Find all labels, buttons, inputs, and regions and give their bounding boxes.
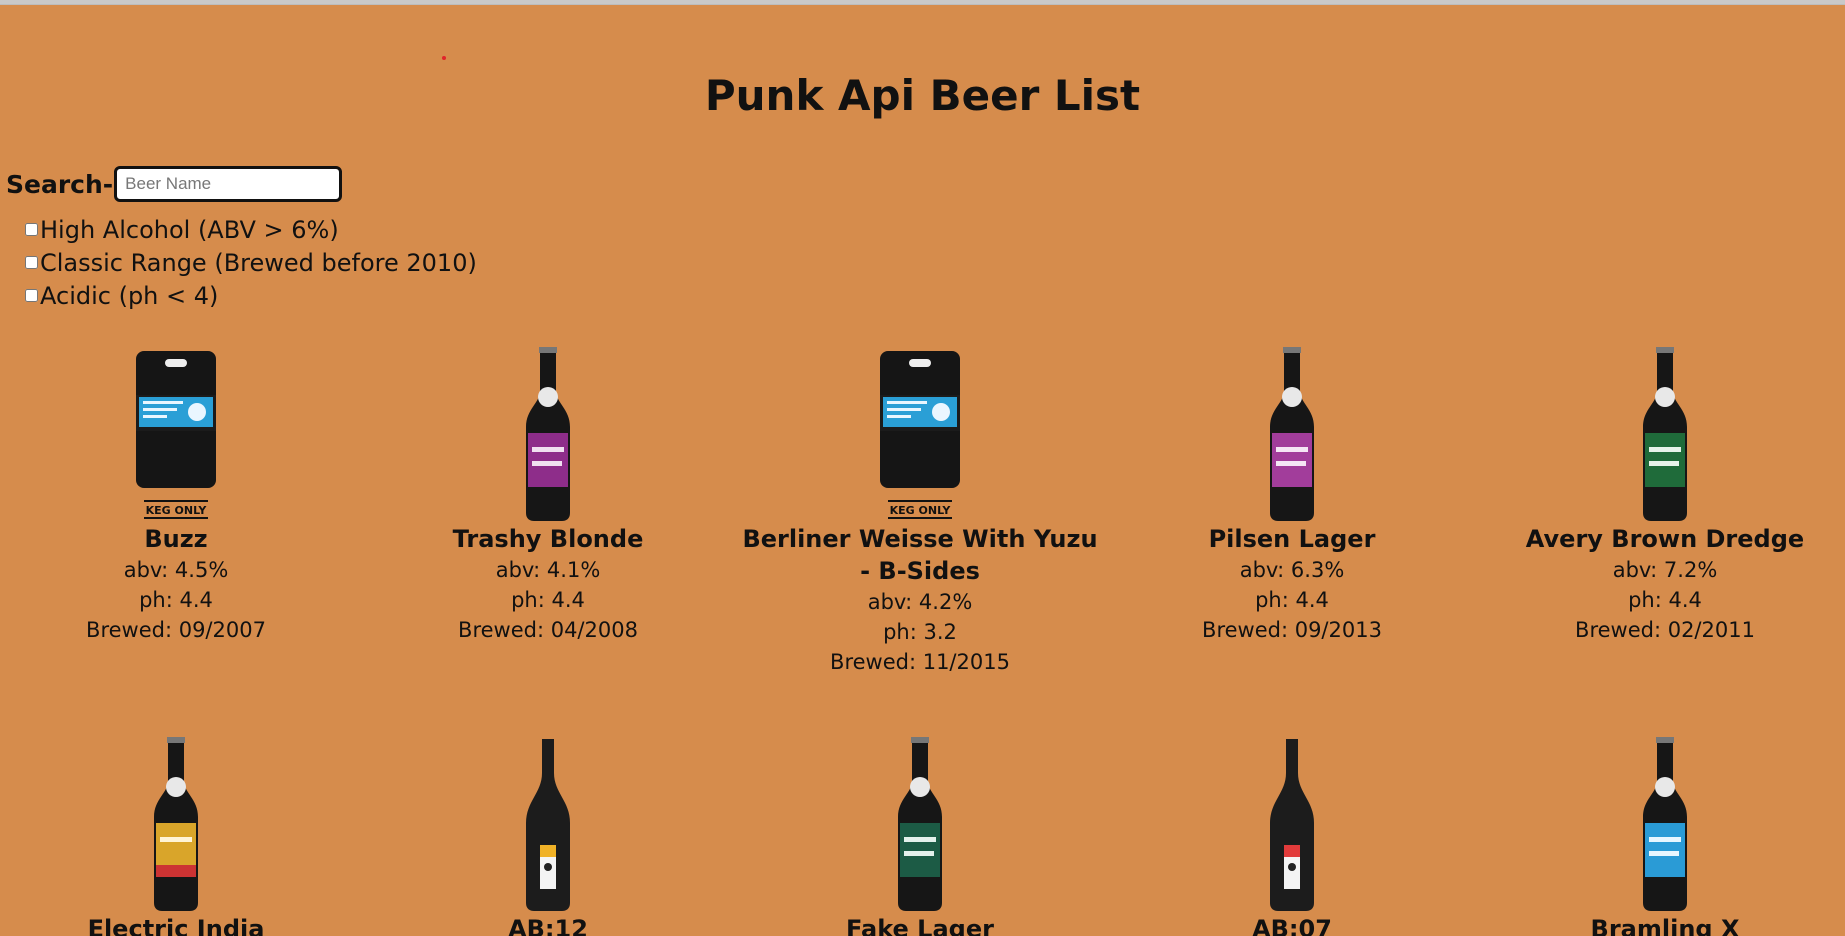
beer-ph: ph: 3.2 bbox=[883, 620, 957, 644]
bottle-icon bbox=[154, 737, 198, 911]
beer-ph: ph: 4.4 bbox=[139, 588, 213, 612]
filter-high-alcohol[interactable]: High Alcohol (ABV > 6%) bbox=[25, 213, 477, 246]
champagne-bottle-icon bbox=[1270, 739, 1314, 911]
beer-ph: ph: 4.4 bbox=[1255, 588, 1329, 612]
beer-image bbox=[1106, 345, 1478, 523]
bottle-icon bbox=[526, 347, 570, 521]
beer-card: AB:12 bbox=[362, 735, 734, 936]
beer-abv: abv: 4.2% bbox=[867, 590, 973, 614]
beer-brewed: Brewed: 04/2008 bbox=[458, 618, 638, 642]
beer-abv: abv: 4.5% bbox=[123, 558, 229, 582]
filter-classic-range[interactable]: Classic Range (Brewed before 2010) bbox=[25, 246, 477, 279]
beer-name: Bramling X bbox=[1590, 915, 1740, 936]
beer-card: KEG ONLY Berliner Weisse With Yuzu - B-S… bbox=[734, 345, 1106, 677]
beer-image: KEG ONLY bbox=[0, 345, 362, 523]
beer-card: AB:07 bbox=[1106, 735, 1478, 936]
champagne-bottle-icon bbox=[526, 739, 570, 911]
beer-abv: abv: 6.3% bbox=[1239, 558, 1345, 582]
beer-name: AB:12 bbox=[508, 915, 588, 936]
beer-image bbox=[0, 735, 362, 913]
beer-card: KEG ONLY Buzz abv: 4.5% ph: 4.4 Brewed: … bbox=[0, 345, 362, 645]
keg-only-label: KEG ONLY bbox=[890, 504, 952, 517]
page-title: Punk Api Beer List bbox=[704, 71, 1141, 120]
beer-name: Pilsen Lager bbox=[1208, 525, 1376, 553]
bottle-icon bbox=[1643, 347, 1687, 521]
beer-name: AB:07 bbox=[1252, 915, 1332, 936]
beer-image bbox=[362, 735, 734, 913]
high-alcohol-checkbox[interactable] bbox=[25, 223, 38, 236]
beer-image bbox=[362, 345, 734, 523]
beer-card: Pilsen Lager abv: 6.3% ph: 4.4 Brewed: 0… bbox=[1106, 345, 1478, 645]
acidic-checkbox[interactable] bbox=[25, 289, 38, 302]
beer-ph: ph: 4.4 bbox=[511, 588, 585, 612]
filter-list: High Alcohol (ABV > 6%) Classic Range (B… bbox=[25, 213, 477, 312]
beer-card: Electric India bbox=[0, 735, 362, 936]
beer-image bbox=[1479, 345, 1845, 523]
filter-label: Classic Range (Brewed before 2010) bbox=[40, 248, 477, 277]
beer-ph: ph: 4.4 bbox=[1628, 588, 1702, 612]
keg-only-label: KEG ONLY bbox=[146, 504, 208, 517]
beer-image: KEG ONLY bbox=[734, 345, 1106, 523]
beer-name: Avery Brown Dredge bbox=[1525, 525, 1805, 553]
beer-name: Berliner Weisse With Yuzu - B-Sides bbox=[742, 525, 1098, 585]
classic-range-checkbox[interactable] bbox=[25, 256, 38, 269]
beer-card: Bramling X bbox=[1479, 735, 1845, 936]
bottle-icon bbox=[1270, 347, 1314, 521]
bottle-icon bbox=[1643, 737, 1687, 911]
beer-brewed: Brewed: 09/2007 bbox=[86, 618, 266, 642]
beer-abv: abv: 7.2% bbox=[1612, 558, 1718, 582]
beer-name: Buzz bbox=[144, 525, 208, 553]
beer-image bbox=[1479, 735, 1845, 913]
filter-acidic[interactable]: Acidic (ph < 4) bbox=[25, 279, 477, 312]
bottle-icon bbox=[898, 737, 942, 911]
beer-card: Avery Brown Dredge abv: 7.2% ph: 4.4 Bre… bbox=[1479, 345, 1845, 645]
beer-brewed: Brewed: 11/2015 bbox=[830, 650, 1010, 674]
beer-abv: abv: 4.1% bbox=[495, 558, 601, 582]
filter-label: High Alcohol (ABV > 6%) bbox=[40, 215, 339, 244]
beer-card: Fake Lager bbox=[734, 735, 1106, 936]
search-input[interactable] bbox=[114, 166, 343, 202]
search-label: Search- bbox=[6, 169, 114, 199]
beer-brewed: Brewed: 09/2013 bbox=[1202, 618, 1382, 642]
beer-name: Trashy Blonde bbox=[452, 525, 644, 553]
keg-icon: KEG ONLY bbox=[880, 351, 960, 519]
beer-brewed: Brewed: 02/2011 bbox=[1575, 618, 1755, 642]
beer-card: Trashy Blonde abv: 4.1% ph: 4.4 Brewed: … bbox=[362, 345, 734, 645]
search-bar: Search- bbox=[6, 166, 343, 202]
beer-name: Fake Lager bbox=[846, 915, 994, 936]
beer-image bbox=[734, 735, 1106, 913]
beer-image bbox=[1106, 735, 1478, 913]
red-dot bbox=[442, 56, 446, 60]
filter-label: Acidic (ph < 4) bbox=[40, 281, 219, 310]
page: Punk Api Beer List Search- High Alcohol … bbox=[0, 5, 1845, 936]
beer-name: Electric India bbox=[87, 915, 265, 936]
keg-icon: KEG ONLY bbox=[136, 351, 216, 519]
